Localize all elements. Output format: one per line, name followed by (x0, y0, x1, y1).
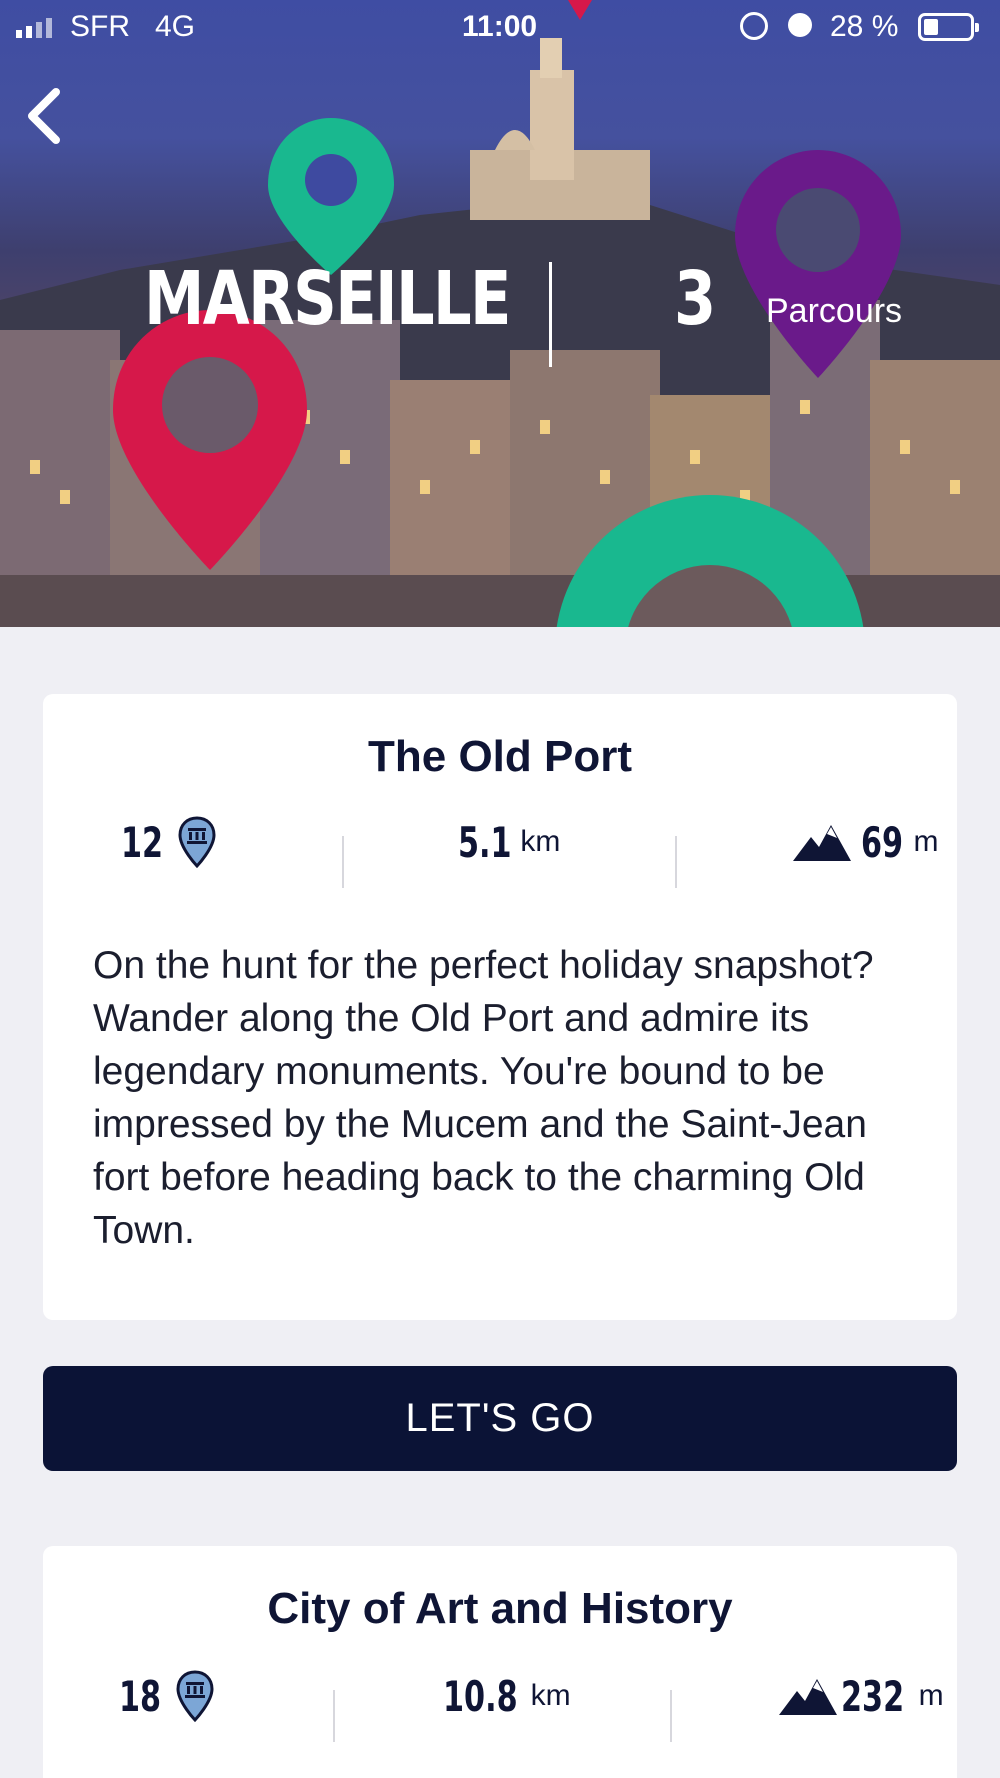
chevron-left-icon (28, 88, 60, 144)
monument-pin-icon (176, 1670, 214, 1723)
poi-count: 12 (121, 817, 164, 867)
distance-stat: 10.8 km (443, 1666, 571, 1726)
route-title: City of Art and History (267, 1584, 733, 1633)
signal-icon (16, 16, 52, 38)
network-type: 4G (155, 10, 196, 43)
elevation-unit: m (913, 825, 939, 858)
distance-value: 10.8 (443, 1671, 518, 1721)
distance-unit: km (520, 825, 561, 858)
stat-divider (333, 1690, 335, 1742)
route-card-art-history[interactable]: City of Art and History 18 10.8 km 232 m (43, 1546, 957, 1778)
hero-banner: SFR 4G 11:00 28 % MARSEILLE 3 Parcours (0, 0, 1000, 627)
stat-divider (670, 1690, 672, 1742)
distance-value: 5.1 (458, 817, 512, 867)
lets-go-button[interactable]: LET'S GO (43, 1366, 957, 1471)
route-description: On the hunt for the perfect holiday snap… (93, 944, 874, 1252)
route-card-old-port[interactable]: The Old Port 12 5.1 km 69 m On the hunt … (43, 694, 957, 1320)
monument-pin-icon (178, 816, 216, 869)
poi-count-stat: 12 (121, 812, 217, 872)
elevation-stat: 69 m (793, 812, 938, 872)
route-count: 3 (674, 256, 717, 342)
status-bar: SFR 4G 11:00 28 % (0, 0, 1000, 56)
route-title: The Old Port (368, 732, 632, 781)
title-divider (549, 262, 552, 367)
routes-label: Parcours (766, 292, 903, 330)
mountain-icon (779, 1679, 837, 1715)
poi-count-stat: 18 (119, 1666, 215, 1726)
clock: 11:00 (462, 10, 538, 43)
battery-icon (918, 13, 979, 41)
distance-unit: km (530, 1679, 571, 1712)
rotation-lock-icon (740, 12, 768, 40)
alarm-icon (788, 13, 812, 37)
carrier-name: SFR (70, 10, 130, 43)
stat-divider (342, 836, 344, 888)
city-title: MARSEILLE (144, 256, 511, 342)
elevation-value: 69 (861, 817, 904, 867)
mountain-icon (793, 825, 851, 861)
elevation-unit: m (918, 1679, 944, 1712)
stat-divider (675, 836, 677, 888)
distance-stat: 5.1 km (458, 812, 560, 872)
back-button[interactable] (14, 80, 74, 150)
poi-count: 18 (119, 1671, 162, 1721)
battery-percent: 28 % (830, 10, 899, 43)
elevation-value: 232 (841, 1671, 905, 1721)
elevation-stat: 232 m (779, 1666, 944, 1726)
